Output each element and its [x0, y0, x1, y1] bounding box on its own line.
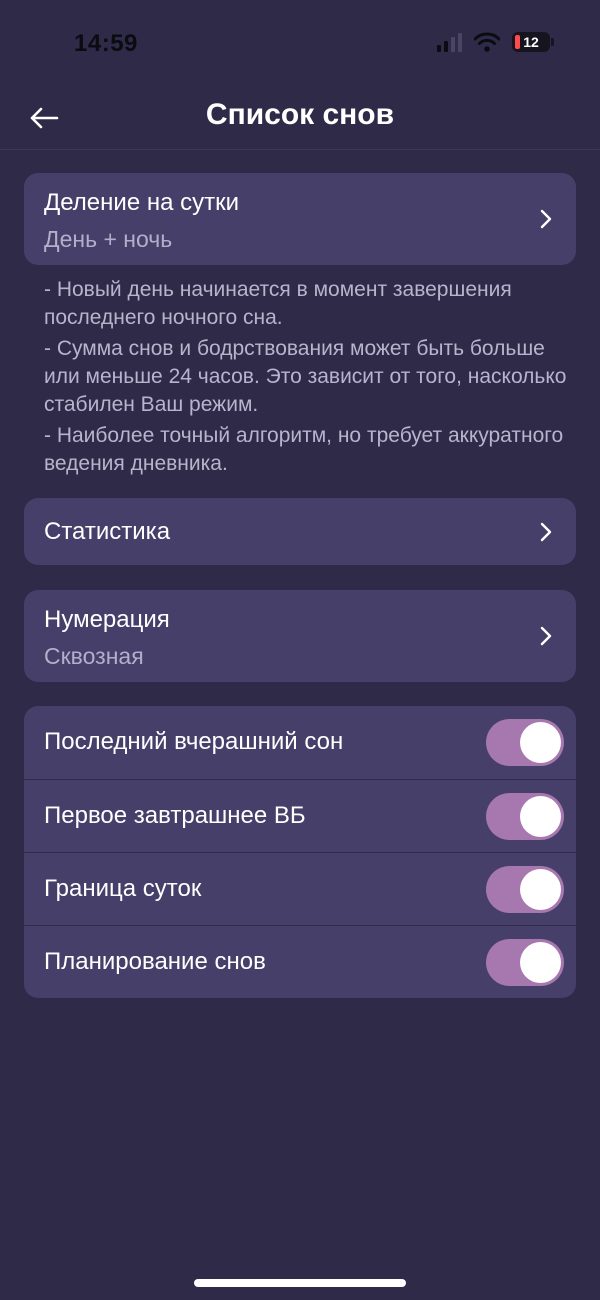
battery-icon: 12: [512, 32, 554, 52]
status-icons: 12: [437, 32, 554, 52]
description-line: - Новый день начинается в момент заверше…: [44, 278, 512, 329]
switch-knob: [520, 942, 561, 983]
day-division-value: День + ночь: [44, 226, 173, 252]
toggle-row-day-boundary: Граница суток: [24, 852, 576, 925]
day-division-description: - Новый день начинается в момент заверше…: [44, 276, 574, 481]
toggle-switch[interactable]: [486, 793, 564, 840]
numbering-title: Нумерация: [44, 606, 170, 633]
switch-knob: [520, 796, 561, 837]
statistics-title: Статистика: [44, 518, 171, 545]
toggle-row-sleep-planning: Планирование снов: [24, 925, 576, 998]
description-line: - Сумма снов и бодрствования может быть …: [44, 337, 567, 416]
battery-fill: [515, 35, 520, 49]
switch-knob: [520, 869, 561, 910]
home-indicator[interactable]: [194, 1279, 406, 1287]
toggle-label: Планирование снов: [44, 948, 266, 975]
wifi-icon: [474, 32, 500, 52]
numbering-row[interactable]: Нумерация Сквозная: [24, 590, 576, 682]
day-division-title: Деление на сутки: [44, 189, 239, 216]
toggle-row-first-tomorrow-wake: Первое завтрашнее ВБ: [24, 779, 576, 852]
toggle-label: Граница суток: [44, 875, 202, 902]
battery-level: 12: [523, 34, 539, 50]
toggle-group: Последний вчерашний сон Первое завтрашне…: [24, 706, 576, 998]
switch-knob: [520, 722, 561, 763]
header: Список снов: [0, 90, 600, 150]
chevron-right-icon: [540, 522, 552, 542]
description-line: - Наиболее точный алгоритм, но требует а…: [44, 424, 564, 475]
day-division-row[interactable]: Деление на сутки День + ночь: [24, 173, 576, 265]
toggle-label: Первое завтрашнее ВБ: [44, 802, 306, 829]
page-title: Список снов: [205, 98, 395, 131]
toggle-switch[interactable]: [486, 719, 564, 766]
numbering-value: Сквозная: [44, 643, 144, 669]
chevron-right-icon: [540, 626, 552, 646]
toggle-label: Последний вчерашний сон: [44, 728, 344, 755]
screen: 14:59 12 Список снов Деление на сутки Де…: [0, 0, 600, 1300]
toggle-switch[interactable]: [486, 939, 564, 986]
status-bar: 14:59 12: [0, 0, 600, 90]
statistics-row[interactable]: Статистика: [24, 498, 576, 565]
chevron-right-icon: [540, 209, 552, 229]
status-time: 14:59: [74, 30, 138, 57]
toggle-switch[interactable]: [486, 866, 564, 913]
toggle-row-last-yesterday-sleep: Последний вчерашний сон: [24, 706, 576, 779]
cellular-signal-icon: [437, 32, 462, 52]
